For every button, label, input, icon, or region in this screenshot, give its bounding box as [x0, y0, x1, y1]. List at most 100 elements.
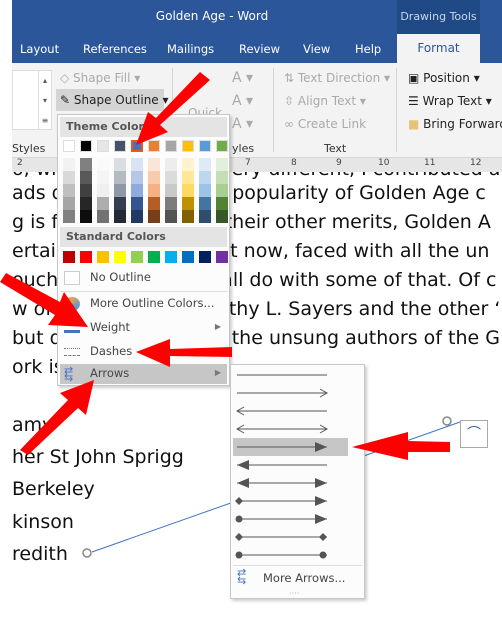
standard-color-swatch[interactable]	[131, 251, 143, 263]
shape-outline-menu: Theme Colors Standard Colors No Outline …	[57, 114, 230, 386]
theme-shade-swatch[interactable]	[148, 210, 160, 223]
theme-shade-swatch[interactable]	[63, 158, 75, 171]
theme-shade-swatch[interactable]	[114, 184, 126, 197]
theme-shade-swatch[interactable]	[182, 171, 194, 184]
theme-color-swatch[interactable]	[131, 140, 143, 152]
resize-grip[interactable]: ····	[289, 589, 299, 598]
submenu-caret-icon: ▶	[214, 322, 221, 331]
theme-shade-swatch[interactable]	[97, 171, 109, 184]
theme-shade-swatch[interactable]	[182, 197, 194, 210]
submenu-caret-icon: ▶	[214, 368, 221, 377]
theme-shade-swatch[interactable]	[114, 171, 126, 184]
theme-shade-swatch[interactable]	[165, 197, 177, 210]
theme-shade-swatch[interactable]	[199, 197, 211, 210]
theme-shade-swatch[interactable]	[63, 197, 75, 210]
theme-shade-swatch[interactable]	[131, 158, 143, 171]
theme-shade-swatch[interactable]	[199, 184, 211, 197]
theme-shade-swatch[interactable]	[216, 184, 228, 197]
theme-shade-swatch[interactable]	[114, 197, 126, 210]
standard-color-swatch[interactable]	[165, 251, 177, 263]
theme-shade-swatch[interactable]	[148, 184, 160, 197]
theme-shade-swatch[interactable]	[199, 171, 211, 184]
connector-handle[interactable]	[82, 548, 92, 558]
theme-color-swatch[interactable]	[165, 140, 177, 152]
weight-item[interactable]: Weight ▶	[60, 318, 227, 338]
theme-shade-swatch[interactable]	[165, 184, 177, 197]
standard-color-swatch[interactable]	[80, 251, 92, 263]
standard-color-swatch[interactable]	[97, 251, 109, 263]
theme-shade-swatch[interactable]	[131, 184, 143, 197]
theme-shade-swatch[interactable]	[148, 158, 160, 171]
arrow-style-open-start[interactable]	[233, 402, 362, 420]
theme-shade-swatch[interactable]	[97, 210, 109, 223]
theme-shade-swatch[interactable]	[199, 210, 211, 223]
theme-shade-swatch[interactable]	[63, 184, 75, 197]
theme-color-swatch[interactable]	[182, 140, 194, 152]
theme-shade-swatch[interactable]	[131, 210, 143, 223]
theme-shade-swatch[interactable]	[97, 158, 109, 171]
theme-shade-swatch[interactable]	[182, 158, 194, 171]
theme-shade-swatch[interactable]	[131, 197, 143, 210]
theme-shade-swatch[interactable]	[80, 210, 92, 223]
theme-shade-swatch[interactable]	[80, 197, 92, 210]
theme-shade-swatch[interactable]	[114, 158, 126, 171]
theme-color-swatch[interactable]	[63, 140, 75, 152]
standard-color-swatch[interactable]	[199, 251, 211, 263]
standard-color-swatch[interactable]	[216, 251, 228, 263]
connector-handle[interactable]	[442, 416, 452, 426]
arrows-item[interactable]: ⇄ ⇆ Arrows ▶	[60, 364, 227, 384]
arrow-style-open-both[interactable]	[233, 420, 362, 438]
more-arrows-item[interactable]: ⇄ ⇆ More Arrows...	[233, 567, 362, 589]
theme-shade-swatch[interactable]	[63, 171, 75, 184]
arrow-style-oval-both[interactable]	[233, 546, 362, 564]
theme-shade-swatch[interactable]	[97, 184, 109, 197]
arrow-style-diamond-both[interactable]	[233, 528, 362, 546]
theme-color-swatch[interactable]	[80, 140, 92, 152]
theme-shade-swatch[interactable]	[114, 210, 126, 223]
standard-color-swatch[interactable]	[182, 251, 194, 263]
arrow-style-diamond-triangle[interactable]	[233, 492, 362, 510]
theme-shade-swatch[interactable]	[216, 210, 228, 223]
theme-shade-swatch[interactable]	[216, 171, 228, 184]
standard-colors-header: Standard Colors	[60, 227, 227, 247]
standard-color-swatch[interactable]	[63, 251, 75, 263]
no-outline-item[interactable]: No Outline	[60, 268, 227, 288]
theme-shade-swatch[interactable]	[182, 210, 194, 223]
theme-shade-swatch[interactable]	[165, 158, 177, 171]
arrow-style-triangle-end[interactable]	[233, 438, 348, 456]
theme-shade-swatch[interactable]	[216, 197, 228, 210]
theme-shade-swatch[interactable]	[165, 171, 177, 184]
arrow-style-triangle-both[interactable]	[233, 474, 362, 492]
theme-color-swatch[interactable]	[148, 140, 160, 152]
arrow-style-oval-triangle[interactable]	[233, 510, 362, 528]
arrow-style-open-end[interactable]	[233, 384, 362, 402]
standard-color-swatch[interactable]	[114, 251, 126, 263]
theme-color-swatch[interactable]	[114, 140, 126, 152]
standard-color-swatch[interactable]	[148, 251, 160, 263]
theme-shade-swatch[interactable]	[80, 184, 92, 197]
theme-shade-swatch[interactable]	[63, 210, 75, 223]
theme-shade-swatch[interactable]	[199, 158, 211, 171]
layout-options-icon[interactable]: ⌒	[460, 420, 488, 448]
dashes-icon	[64, 348, 80, 356]
no-outline-icon	[64, 271, 80, 285]
theme-shade-swatch[interactable]	[148, 197, 160, 210]
arrow-style-none[interactable]	[233, 366, 362, 384]
theme-shade-swatch[interactable]	[182, 184, 194, 197]
theme-shade-swatch[interactable]	[80, 158, 92, 171]
theme-color-swatch[interactable]	[199, 140, 211, 152]
arrows-icon: ⇄ ⇆	[64, 364, 74, 384]
theme-color-swatch[interactable]	[216, 140, 228, 152]
dashes-label: Dashes	[90, 344, 133, 358]
arrow-style-triangle-start[interactable]	[233, 456, 362, 474]
theme-shade-swatch[interactable]	[148, 171, 160, 184]
theme-shade-swatch[interactable]	[97, 197, 109, 210]
theme-shade-swatch[interactable]	[165, 210, 177, 223]
dashes-item[interactable]: Dashes	[60, 342, 227, 362]
theme-shade-swatch[interactable]	[80, 171, 92, 184]
more-outline-colors-item[interactable]: More Outline Colors...	[60, 294, 227, 314]
theme-color-swatch[interactable]	[97, 140, 109, 152]
theme-shade-swatch[interactable]	[131, 171, 143, 184]
theme-shade-swatch[interactable]	[216, 158, 228, 171]
arrows-label: Arrows	[90, 366, 130, 380]
